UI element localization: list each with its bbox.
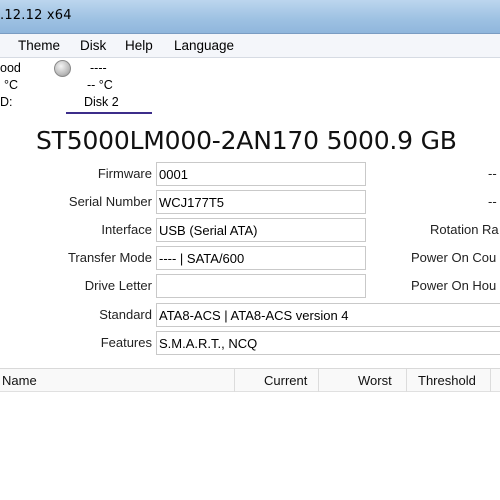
column-name[interactable]: Name xyxy=(2,373,37,388)
drive-letter-field xyxy=(156,274,366,298)
disk-status-strip xyxy=(0,58,500,114)
disk1-temperature[interactable]: °C xyxy=(4,78,18,92)
title-bar: .12.12 x64 xyxy=(0,0,500,34)
column-separator[interactable] xyxy=(406,369,407,392)
smart-table-header: Name Current Worst Threshold xyxy=(0,368,500,392)
column-separator[interactable] xyxy=(234,369,235,392)
features-field: S.M.A.R.T., NCQ xyxy=(156,331,500,355)
menu-theme[interactable]: Theme xyxy=(18,38,60,53)
interface-field: USB (Serial ATA) xyxy=(156,218,366,242)
disk2-health[interactable]: ---- xyxy=(90,61,107,75)
drive-letter-label: Drive Letter xyxy=(84,278,152,293)
drive-model-title: ST5000LM000-2AN170 5000.9 GB xyxy=(36,126,457,155)
menu-bar: Theme Disk Help Language xyxy=(0,34,500,58)
disk2-temperature[interactable]: -- °C xyxy=(87,78,113,92)
interface-label: Interface xyxy=(101,222,152,237)
firmware-field: 0001 xyxy=(156,162,366,186)
column-separator[interactable] xyxy=(490,369,491,392)
column-current[interactable]: Current xyxy=(264,373,307,388)
selected-disk-underline xyxy=(66,112,152,114)
rotation-rate-label: Rotation Ra xyxy=(430,222,499,237)
disk1-health[interactable]: ood xyxy=(0,61,21,75)
window-title: .12.12 x64 xyxy=(0,8,72,23)
right-value-1: -- xyxy=(488,166,497,181)
disk2-tab[interactable]: Disk 2 xyxy=(84,95,119,109)
firmware-label: Firmware xyxy=(97,166,152,181)
standard-field: ATA8-ACS | ATA8-ACS version 4 xyxy=(156,303,500,327)
serial-number-label: Serial Number xyxy=(68,194,152,209)
transfer-mode-field: ---- | SATA/600 xyxy=(156,246,366,270)
standard-label: Standard xyxy=(99,307,152,322)
menu-disk[interactable]: Disk xyxy=(80,38,106,53)
disk1-label[interactable]: D: xyxy=(0,95,13,109)
column-separator[interactable] xyxy=(318,369,319,392)
smart-table-body[interactable] xyxy=(0,392,500,500)
features-label: Features xyxy=(100,335,152,350)
transfer-mode-label: Transfer Mode xyxy=(67,250,152,265)
disk-health-indicator-icon[interactable] xyxy=(54,60,71,77)
right-value-2: -- xyxy=(488,194,497,209)
menu-help[interactable]: Help xyxy=(125,38,153,53)
power-on-hours-label: Power On Hou xyxy=(411,278,497,293)
menu-language[interactable]: Language xyxy=(174,38,234,53)
column-threshold[interactable]: Threshold xyxy=(418,373,476,388)
power-on-count-label: Power On Cou xyxy=(411,250,497,265)
serial-number-field: WCJ177T5 xyxy=(156,190,366,214)
column-worst[interactable]: Worst xyxy=(358,373,392,388)
